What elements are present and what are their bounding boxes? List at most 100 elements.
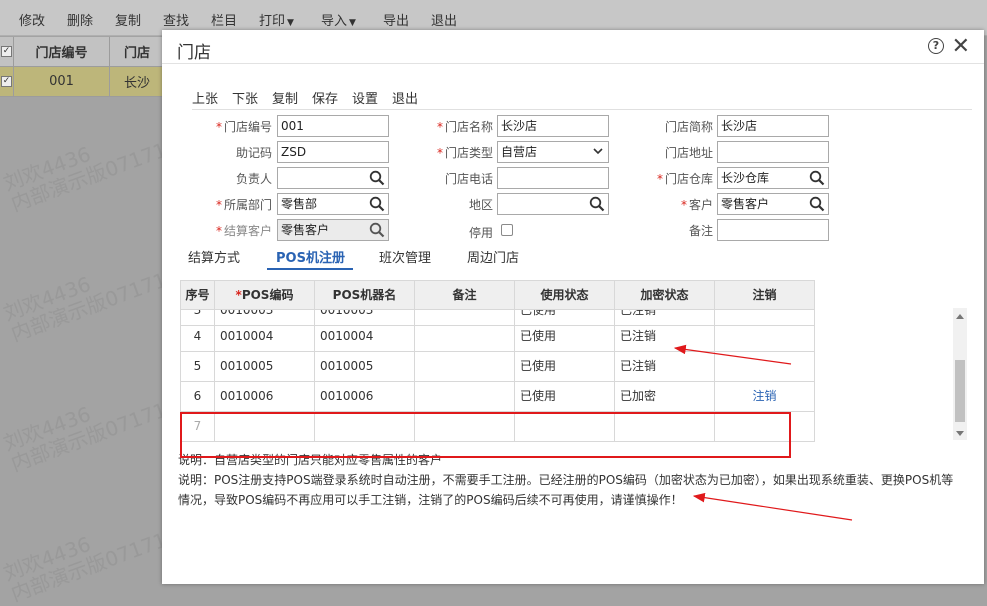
store-address-label: 门店地址 [664, 146, 713, 160]
cell-deregister [715, 352, 815, 382]
exit-button[interactable]: 退出 [392, 88, 418, 107]
dialog-toolbar: 上张 下张 复制 保存 设置 退出 [192, 86, 972, 110]
store-dialog: 门店 ? ✕ 上张 下张 复制 保存 设置 退出 * 门店编号 001 * 门店名称… [162, 30, 984, 584]
customer-label: * 客户 [680, 198, 713, 212]
bg-col-store-code: 门店编号 [14, 37, 110, 67]
store-name-input[interactable]: 长沙店 [497, 115, 609, 137]
copy-button[interactable]: 复制 [272, 88, 298, 107]
cell-pos-name[interactable]: 0010005 [315, 352, 415, 382]
col-deregister-label: 注销 [715, 280, 815, 310]
cell-usage-status: 已使用 [515, 352, 615, 382]
cell-remark[interactable] [415, 352, 515, 382]
tab-pos-registration[interactable]: POS机注册 [276, 247, 345, 266]
warehouse-label: * 门店仓库 [656, 172, 713, 186]
help-icon[interactable]: ? [928, 38, 944, 54]
department-label: * 所属部门 [215, 198, 272, 212]
cell-pos-name[interactable]: 0010004 [315, 322, 415, 352]
store-phone-input[interactable] [497, 167, 609, 189]
bg-import-button[interactable]: 导入 ▼ [321, 10, 356, 29]
col-pos-code-label: *POS编码 [215, 280, 315, 310]
cell-encrypt-status: 已加密 [615, 382, 715, 412]
scrollbar-thumb[interactable] [955, 360, 965, 422]
search-icon[interactable] [809, 170, 825, 186]
store-code-label: * 门店编号 [215, 120, 272, 134]
bg-find-button[interactable]: 查找 [163, 10, 189, 29]
chevron-down-icon: ▼ [349, 18, 356, 28]
region-input[interactable] [497, 193, 609, 215]
store-phone-label: 门店电话 [444, 172, 493, 186]
cell-remark[interactable] [415, 382, 515, 412]
table-row[interactable]: 6 0010006 0010006 已使用 已加密 注销 [180, 382, 815, 412]
cell-deregister [715, 322, 815, 352]
prev-button[interactable]: 上张 [192, 88, 218, 107]
region-label: 地区 [468, 198, 493, 212]
bg-grid-header: ✓ 门店编号 门店 [0, 37, 163, 67]
bg-export-button[interactable]: 导出 [383, 10, 409, 29]
table-row[interactable]: 4 0010004 0010004 已使用 已注销 [180, 322, 815, 352]
active-tab-indicator [267, 268, 353, 270]
cell-index: 6 [180, 382, 215, 412]
bg-row-checkbox[interactable]: ✓ [0, 67, 14, 97]
cell-index: 5 [180, 352, 215, 382]
settle-customer-label: * 结算客户 [215, 224, 272, 238]
remark-label: 备注 [688, 224, 713, 238]
store-type-select[interactable]: 自营店 [497, 141, 609, 163]
disabled-label: 停用 [468, 226, 493, 240]
check-icon: ✓ [1, 46, 12, 57]
warehouse-input[interactable]: 长沙仓库 [717, 167, 829, 189]
manager-label: 负责人 [235, 172, 272, 186]
search-icon[interactable] [809, 196, 825, 212]
cell-encrypt-status: 已注销 [615, 322, 715, 352]
table-row[interactable]: 5 0010005 0010005 已使用 已注销 [180, 352, 815, 382]
tab-shift-management[interactable]: 班次管理 [379, 247, 431, 266]
bg-columns-button[interactable]: 栏目 [211, 10, 237, 29]
table-scrollbar[interactable] [953, 308, 967, 440]
cell-pos-name[interactable]: 0010006 [315, 382, 415, 412]
bg-copy-button[interactable]: 复制 [115, 10, 141, 29]
settings-button[interactable]: 设置 [352, 88, 378, 107]
cell-remark[interactable] [415, 322, 515, 352]
bg-grid-row[interactable]: ✓ 001 长沙 [0, 67, 163, 97]
store-short-input[interactable]: 长沙店 [717, 115, 829, 137]
chevron-down-icon [593, 148, 603, 155]
department-input[interactable]: 零售部 [277, 193, 389, 215]
note-line-2: 说明：POS注册支持POS端登录系统时自动注册，不需要手工注册。已经注册的POS… [178, 473, 954, 487]
table-header-overlay: 序号 *POS编码 POS机器名 备注 使用状态 加密状态 注销 [180, 280, 815, 310]
store-name-label: * 门店名称 [436, 120, 493, 134]
cell-usage-status: 已使用 [515, 382, 615, 412]
bg-cell-store-code: 001 [14, 67, 110, 97]
col-index-label: 序号 [180, 280, 215, 310]
col-usage-status-label: 使用状态 [515, 280, 615, 310]
bg-print-button[interactable]: 打印 ▼ [259, 10, 294, 29]
cell-pos-code[interactable]: 0010004 [215, 322, 315, 352]
store-short-label: 门店简称 [664, 120, 713, 134]
tab-nearby-stores[interactable]: 周边门店 [467, 247, 519, 266]
store-address-input[interactable] [717, 141, 829, 163]
store-type-label: * 门店类型 [436, 146, 493, 160]
cell-pos-code[interactable]: 0010005 [215, 352, 315, 382]
scroll-down-icon[interactable] [956, 431, 964, 436]
mnemonic-input[interactable]: ZSD [277, 141, 389, 163]
bg-select-all-checkbox[interactable]: ✓ [0, 37, 14, 67]
bg-delete-button[interactable]: 删除 [67, 10, 93, 29]
cell-encrypt-status: 已注销 [615, 352, 715, 382]
bg-edit-button[interactable]: 修改 [19, 10, 45, 29]
note-line-3: 情况，导致POS编码不再应用可以手工注销，注销了的POS编码后续不可再使用，请谨… [178, 493, 683, 507]
close-icon[interactable]: ✕ [952, 34, 970, 59]
deregister-link[interactable]: 注销 [715, 382, 815, 412]
save-button[interactable]: 保存 [312, 88, 338, 107]
scroll-up-icon[interactable] [956, 314, 964, 319]
annotation-box [180, 412, 791, 458]
next-button[interactable]: 下张 [232, 88, 258, 107]
tab-settlement[interactable]: 结算方式 [188, 247, 240, 266]
background-grid: ✓ 门店编号 门店 ✓ 001 长沙 [0, 37, 163, 97]
cell-index: 4 [180, 322, 215, 352]
customer-input[interactable]: 零售客户 [717, 193, 829, 215]
bg-exit-button[interactable]: 退出 [431, 10, 457, 29]
dialog-header: 门店 ? ✕ [162, 30, 984, 64]
manager-input[interactable] [277, 167, 389, 189]
cell-pos-code[interactable]: 0010006 [215, 382, 315, 412]
store-code-input[interactable]: 001 [277, 115, 389, 137]
disabled-checkbox[interactable] [501, 224, 513, 236]
remark-input[interactable] [717, 219, 829, 241]
